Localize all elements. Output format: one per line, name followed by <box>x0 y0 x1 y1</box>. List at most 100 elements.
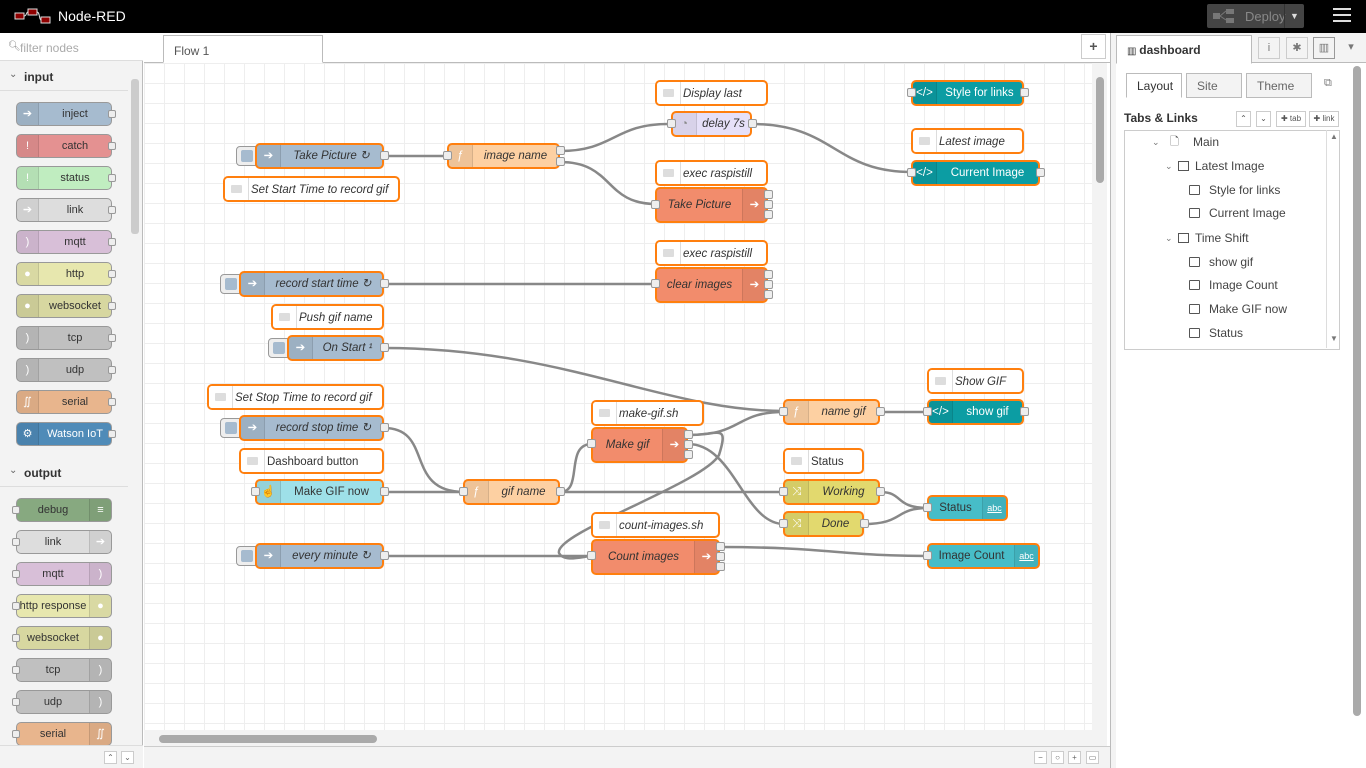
comment-node[interactable]: Status <box>783 448 864 474</box>
external-link-icon[interactable]: ⧉ <box>1324 77 1332 90</box>
add-link-button[interactable]: ✚ link <box>1309 111 1339 127</box>
tree-group-latest-image[interactable]: ⌄ Latest Image <box>1125 155 1325 178</box>
sidebar-menu-chevron-icon[interactable]: ▾ <box>1340 37 1362 59</box>
palette-node-serial[interactable]: ∬ serial <box>16 390 116 414</box>
tree-widget[interactable]: show gif <box>1125 251 1325 274</box>
expand-all-icon[interactable]: ⌄ <box>121 751 134 764</box>
zoom-reset-icon[interactable]: ○ <box>1051 751 1064 764</box>
inject-node[interactable]: ➔ record stop time ↻ <box>239 415 384 441</box>
comment-node[interactable]: Latest image <box>911 128 1024 154</box>
navigator-icon[interactable]: ▭ <box>1086 751 1099 764</box>
comment-node[interactable]: make-gif.sh <box>591 400 704 426</box>
tab-theme[interactable]: Theme <box>1246 73 1312 98</box>
tree-widget[interactable]: Status <box>1125 322 1325 345</box>
collapse-all-icon[interactable]: ⌃ <box>104 751 117 764</box>
deploy-button[interactable]: Deploy ▼ <box>1207 4 1304 28</box>
palette-node-link[interactable]: ➔ link <box>16 198 116 222</box>
palette-node-catch[interactable]: ! catch <box>16 134 116 158</box>
tree-widget[interactable]: Current Image <box>1125 202 1325 225</box>
tab-layout[interactable]: Layout <box>1126 73 1182 98</box>
tree-group-time-shift[interactable]: ⌄ Time Shift <box>1125 227 1325 250</box>
tree-scrollbar[interactable]: ▲ ▼ <box>1326 130 1340 348</box>
ui-text-node[interactable]: abc Image Count <box>927 543 1040 569</box>
palette-node-websocket[interactable]: ● websocket <box>16 294 116 318</box>
tab-flow-1[interactable]: Flow 1 <box>163 35 323 63</box>
deploy-dropdown-icon[interactable]: ▼ <box>1284 4 1304 28</box>
exec-node[interactable]: ➔ Take Picture <box>655 187 768 223</box>
tab-dashboard[interactable]: ▥ dashboard <box>1116 35 1252 64</box>
zoom-in-icon[interactable]: + <box>1068 751 1081 764</box>
scroll-down-icon[interactable]: ▼ <box>1330 334 1338 343</box>
template-node[interactable]: </> Style for links <box>911 80 1024 106</box>
collapse-icon[interactable]: ⌃ <box>1236 111 1251 127</box>
palette-node-link-out[interactable]: link ➔ <box>12 530 112 554</box>
function-node[interactable]: ƒ gif name <box>463 479 560 505</box>
palette-node-udp-out[interactable]: udp) <box>12 690 112 714</box>
inject-node[interactable]: ➔ Take Picture ↻ <box>255 143 384 169</box>
delay-node[interactable]: ◔ delay 7s <box>671 111 752 137</box>
inject-node[interactable]: ➔ every minute ↻ <box>255 543 384 569</box>
inject-trigger-button[interactable] <box>236 546 256 566</box>
inject-trigger-button[interactable] <box>220 418 240 438</box>
palette-search-input[interactable]: 🔍︎ filter nodes <box>0 33 143 61</box>
comment-node[interactable]: Display last <box>655 80 768 106</box>
flow-canvas[interactable]: Display last Set Start Time to record gi… <box>144 63 1092 730</box>
comment-node[interactable]: Set Start Time to record gif <box>223 176 400 202</box>
ui-text-node[interactable]: abc Status <box>927 495 1008 521</box>
palette-node-serial-out[interactable]: serial ∬ <box>12 722 112 746</box>
inject-trigger-button[interactable] <box>236 146 256 166</box>
palette-node-inject[interactable]: ➔ inject <box>16 102 116 126</box>
palette-node-status[interactable]: ! status <box>16 166 116 190</box>
main-menu-icon[interactable] <box>1333 8 1351 24</box>
exec-node[interactable]: ➔ Count images <box>591 539 720 575</box>
exec-node[interactable]: ➔ clear images <box>655 267 768 303</box>
inject-trigger-button[interactable] <box>268 338 288 358</box>
palette-node-debug[interactable]: debug ≡ <box>12 498 112 522</box>
zoom-out-icon[interactable]: − <box>1034 751 1047 764</box>
tree-tab-main[interactable]: ⌄ 🗋︎ Main <box>1125 131 1325 154</box>
inject-node[interactable]: ➔ On Start ¹ <box>287 335 384 361</box>
palette-node-watson-iot[interactable]: ⚙ Watson IoT <box>16 422 116 446</box>
comment-node[interactable]: count-images.sh <box>591 512 720 538</box>
bug-icon[interactable]: ✱ <box>1286 37 1308 59</box>
dashboard-chart-icon[interactable]: ▥ <box>1313 37 1335 59</box>
tab-site[interactable]: Site <box>1186 73 1242 98</box>
palette-node-udp[interactable]: ) udp <box>16 358 116 382</box>
palette-node-mqtt-out[interactable]: mqtt) <box>12 562 112 586</box>
change-node[interactable]: ⤨ Done <box>783 511 864 537</box>
comment-node[interactable]: Dashboard button <box>239 448 384 474</box>
add-tab-button[interactable]: ✚ tab <box>1276 111 1306 127</box>
exec-node[interactable]: ➔ Make gif <box>591 427 688 463</box>
palette-node-mqtt[interactable]: ) mqtt <box>16 230 116 254</box>
comment-node[interactable]: Show GIF <box>927 368 1024 394</box>
comment-node[interactable]: Push gif name <box>271 304 384 330</box>
inject-node[interactable]: ➔ record start time ↻ <box>239 271 384 297</box>
palette-node-tcp-out[interactable]: tcp) <box>12 658 112 682</box>
palette-node-tcp[interactable]: ) tcp <box>16 326 116 350</box>
ui-button-node[interactable]: ☝ Make GIF now <box>255 479 384 505</box>
info-icon[interactable]: i <box>1258 37 1280 59</box>
tree-widget[interactable]: Make GIF now <box>1125 298 1325 321</box>
tree-widget[interactable]: Image Count <box>1125 274 1325 297</box>
canvas-horizontal-scroll-thumb[interactable] <box>159 735 377 743</box>
comment-node[interactable]: exec raspistill <box>655 240 768 266</box>
palette-category-output[interactable]: ⌄ output <box>0 457 128 487</box>
template-node[interactable]: </> show gif <box>927 399 1024 425</box>
sidebar-scrollbar[interactable] <box>1353 66 1361 716</box>
expand-icon[interactable]: ⌄ <box>1256 111 1271 127</box>
add-flow-button[interactable]: + <box>1081 34 1106 59</box>
change-node[interactable]: ⤨ Working <box>783 479 880 505</box>
inject-trigger-button[interactable] <box>220 274 240 294</box>
comment-node[interactable]: Set Stop Time to record gif <box>207 384 384 410</box>
canvas-vertical-scroll-thumb[interactable] <box>1096 77 1104 183</box>
scroll-up-icon[interactable]: ▲ <box>1330 132 1338 141</box>
palette-scrollbar[interactable] <box>131 79 139 234</box>
function-node[interactable]: ƒ image name <box>447 143 560 169</box>
palette-node-http[interactable]: ● http <box>16 262 116 286</box>
template-node[interactable]: </> Current Image <box>911 160 1040 186</box>
function-node[interactable]: ƒ name gif <box>783 399 880 425</box>
comment-node[interactable]: exec raspistill <box>655 160 768 186</box>
palette-node-http-response[interactable]: http response ● <box>12 594 112 618</box>
tree-widget[interactable]: Style for links <box>1125 179 1325 202</box>
palette-category-input[interactable]: ⌄ input <box>0 61 128 91</box>
